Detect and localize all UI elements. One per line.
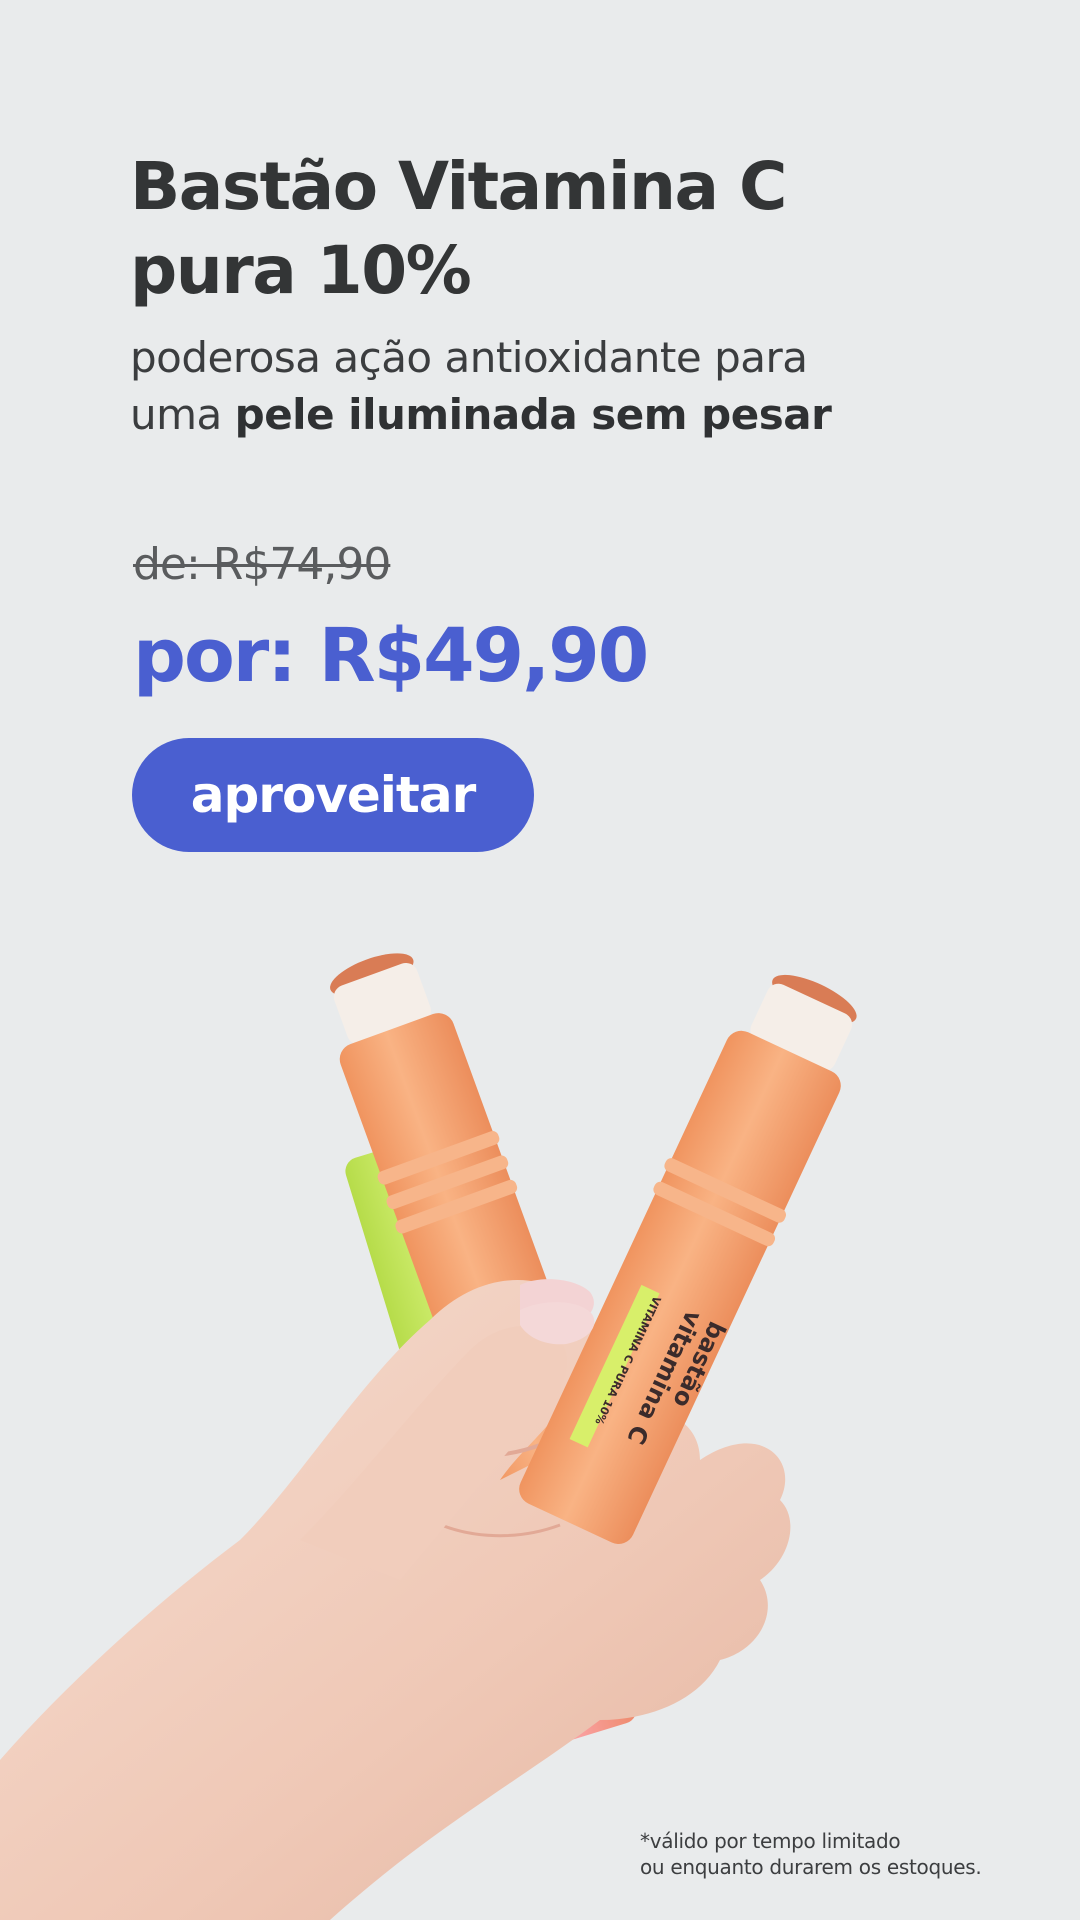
product-title-line1: Bastão Vitamina C	[130, 148, 788, 225]
disclaimer-line2: ou enquanto durarem os estoques.	[640, 1855, 982, 1879]
product-title: Bastão Vitamina C pura 10%	[130, 145, 1010, 313]
subtitle-line2: uma pele iluminada sem pesar	[130, 386, 1010, 443]
aproveitar-button[interactable]: aproveitar	[132, 738, 534, 852]
product-image[interactable]: alive bastão vitamina C	[0, 900, 1080, 1920]
product-title-line2: pura 10%	[130, 232, 472, 309]
subtitle-line2-bold: pele iluminada sem pesar	[234, 390, 832, 439]
disclaimer-line1: *válido por tempo limitado	[640, 1829, 901, 1853]
promo-banner: Bastão Vitamina C pura 10% poderosa ação…	[0, 0, 1080, 1920]
disclaimer: *válido por tempo limitado ou enquanto d…	[640, 1828, 1070, 1880]
new-price: por: R$49,90	[133, 613, 649, 699]
subtitle-line2-regular: uma	[130, 390, 235, 439]
old-price: de: R$74,90	[133, 539, 391, 590]
subtitle-line1: poderosa ação antioxidante para	[130, 333, 808, 382]
product-subtitle: poderosa ação antioxidante para uma pele…	[130, 329, 1010, 443]
banner-copy: Bastão Vitamina C pura 10% poderosa ação…	[130, 145, 1010, 443]
